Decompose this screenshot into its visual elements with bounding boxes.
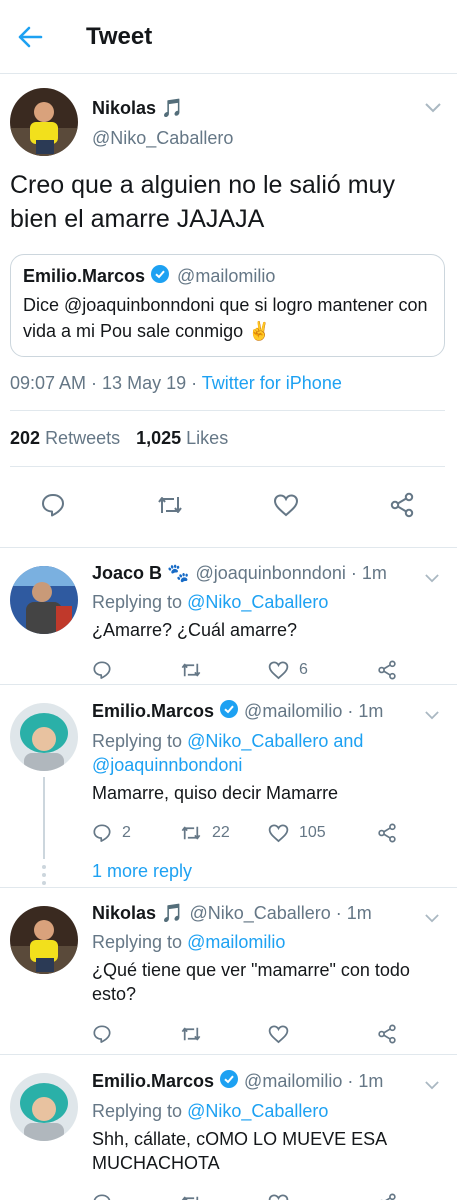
replying-to-label: Replying to [92, 592, 188, 612]
tweet-timestamp: 09:07 AM · 13 May 19 · [10, 373, 202, 393]
reply-actions [92, 1181, 445, 1200]
share-icon[interactable] [389, 492, 415, 523]
chevron-down-icon[interactable] [425, 1077, 439, 1095]
retweet-button[interactable] [180, 1024, 268, 1044]
reply-button[interactable] [92, 660, 180, 680]
retweet-button[interactable]: 22 [180, 823, 268, 843]
retweet-button[interactable] [180, 660, 268, 680]
author-name[interactable]: Nikolas 🎵 [92, 98, 233, 119]
like-icon[interactable] [273, 493, 299, 522]
like-button[interactable]: 105 [268, 823, 356, 843]
reply-text: ¿Amarre? ¿Cuál amarre? [92, 620, 298, 640]
like-button[interactable] [268, 1193, 356, 1200]
replying-to-mention[interactable]: @mailomilio [187, 932, 285, 952]
tweet-stats: 202 Retweets 1,025 Likes [10, 411, 445, 467]
reply-actions: 2 22 105 [92, 811, 445, 855]
replying-to-label: Replying to [92, 1101, 188, 1121]
share-icon[interactable] [377, 1024, 397, 1044]
reply-button[interactable] [92, 1193, 180, 1200]
tweet-actions [10, 467, 445, 547]
retweets-count: 202 [10, 428, 41, 448]
reply-tweet[interactable]: Emilio.Marcos @mailomilio · 1m Replying … [0, 685, 457, 887]
tweet-source-link[interactable]: Twitter for iPhone [202, 373, 342, 393]
chevron-down-icon[interactable] [425, 100, 441, 118]
chevron-down-icon[interactable] [425, 910, 439, 928]
retweet-button[interactable] [180, 1193, 268, 1200]
share-icon[interactable] [377, 823, 397, 843]
retweet-icon[interactable] [156, 493, 184, 522]
quoted-tweet[interactable]: Emilio.Marcos @mailomilio Dice @joaquinb… [10, 254, 445, 357]
reply-text: Mamarre, quiso decir Mamarre [92, 783, 339, 803]
back-arrow-icon[interactable] [0, 0, 60, 74]
replying-to: Replying to @Niko_Caballero [92, 1099, 445, 1123]
likes-count-link[interactable]: 1,025 Likes [136, 428, 228, 449]
quoted-author-handle: @mailomilio [177, 266, 276, 286]
share-icon[interactable] [377, 660, 397, 680]
chevron-down-icon[interactable] [425, 707, 439, 725]
quoted-tweet-text: Dice @joaquinbonndoni que si logro mante… [23, 295, 428, 341]
main-tweet: Nikolas 🎵 @Niko_Caballero Creo que a alg… [0, 74, 457, 547]
like-count: 6 [299, 661, 308, 678]
tweet-text: Creo que a alguien no le salió muy bien … [10, 171, 395, 233]
author-handle[interactable]: @Niko_Caballero [92, 128, 233, 149]
reply-author-name[interactable]: Emilio.Marcos [92, 701, 214, 722]
reply-tweet[interactable]: Nikolas 🎵 @Niko_Caballero · 1m Replying … [0, 888, 457, 1054]
verified-badge-icon [220, 700, 239, 723]
replying-to: Replying to @Niko_Caballero and @joaquin… [92, 729, 445, 777]
reply-author-name[interactable]: Joaco B 🐾 [92, 563, 189, 584]
verified-badge-icon [151, 265, 170, 288]
page-title: Tweet [86, 22, 153, 50]
retweets-count-link[interactable]: 202 Retweets [10, 428, 120, 449]
reply-text: Shh, cállate, cOMO LO MUEVE ESA MUCHACHO… [92, 1129, 387, 1173]
replying-to: Replying to @mailomilio [92, 930, 445, 954]
replying-to-label: Replying to [92, 731, 188, 751]
thread-dots [42, 865, 46, 885]
more-replies-link[interactable]: 1 more reply [92, 861, 445, 882]
reply-author-handle: @joaquinbonndoni · 1m [195, 563, 387, 583]
reply-tweet[interactable]: Emilio.Marcos @mailomilio · 1m Replying … [0, 1055, 457, 1200]
chevron-down-icon[interactable] [425, 570, 439, 588]
replying-to-mention[interactable]: @Niko_Caballero [187, 592, 328, 612]
reply-tweet[interactable]: Joaco B 🐾 @joaquinbonndoni · 1m Replying… [0, 548, 457, 684]
avatar[interactable] [10, 703, 78, 771]
reply-button[interactable] [92, 1024, 180, 1044]
reply-text: ¿Qué tiene que ver "mamarre" con todo es… [92, 960, 410, 1004]
likes-count: 1,025 [136, 428, 182, 448]
replying-to: Replying to @Niko_Caballero [92, 590, 445, 614]
avatar[interactable] [10, 906, 78, 974]
likes-label: Likes [186, 428, 229, 448]
like-button[interactable] [268, 1024, 356, 1044]
avatar[interactable] [10, 566, 78, 634]
replying-to-mention[interactable]: @Niko_Caballero [187, 1101, 328, 1121]
reply-actions [92, 1012, 445, 1056]
reply-icon[interactable] [40, 492, 66, 523]
avatar[interactable] [10, 88, 78, 156]
reply-author-name[interactable]: Nikolas 🎵 [92, 903, 183, 924]
verified-badge-icon [220, 1070, 239, 1093]
avatar[interactable] [10, 1073, 78, 1141]
reply-author-handle: @mailomilio · 1m [244, 1071, 384, 1091]
reply-author-handle: @Niko_Caballero · 1m [189, 903, 372, 923]
retweet-count: 22 [212, 824, 230, 841]
reply-author-handle: @mailomilio · 1m [244, 701, 384, 721]
share-icon[interactable] [377, 1193, 397, 1200]
reply-count: 2 [122, 824, 131, 841]
reply-author-name[interactable]: Emilio.Marcos [92, 1071, 214, 1092]
quoted-author-name: Emilio.Marcos [23, 266, 146, 286]
like-count: 105 [299, 824, 326, 841]
tweet-meta: 09:07 AM · 13 May 19 · Twitter for iPhon… [10, 373, 445, 411]
reply-button[interactable]: 2 [92, 823, 180, 843]
like-button[interactable]: 6 [268, 660, 356, 680]
retweets-label: Retweets [45, 428, 121, 448]
top-bar: Tweet [0, 0, 457, 74]
thread-line [43, 777, 45, 859]
replying-to-label: Replying to [92, 932, 188, 952]
